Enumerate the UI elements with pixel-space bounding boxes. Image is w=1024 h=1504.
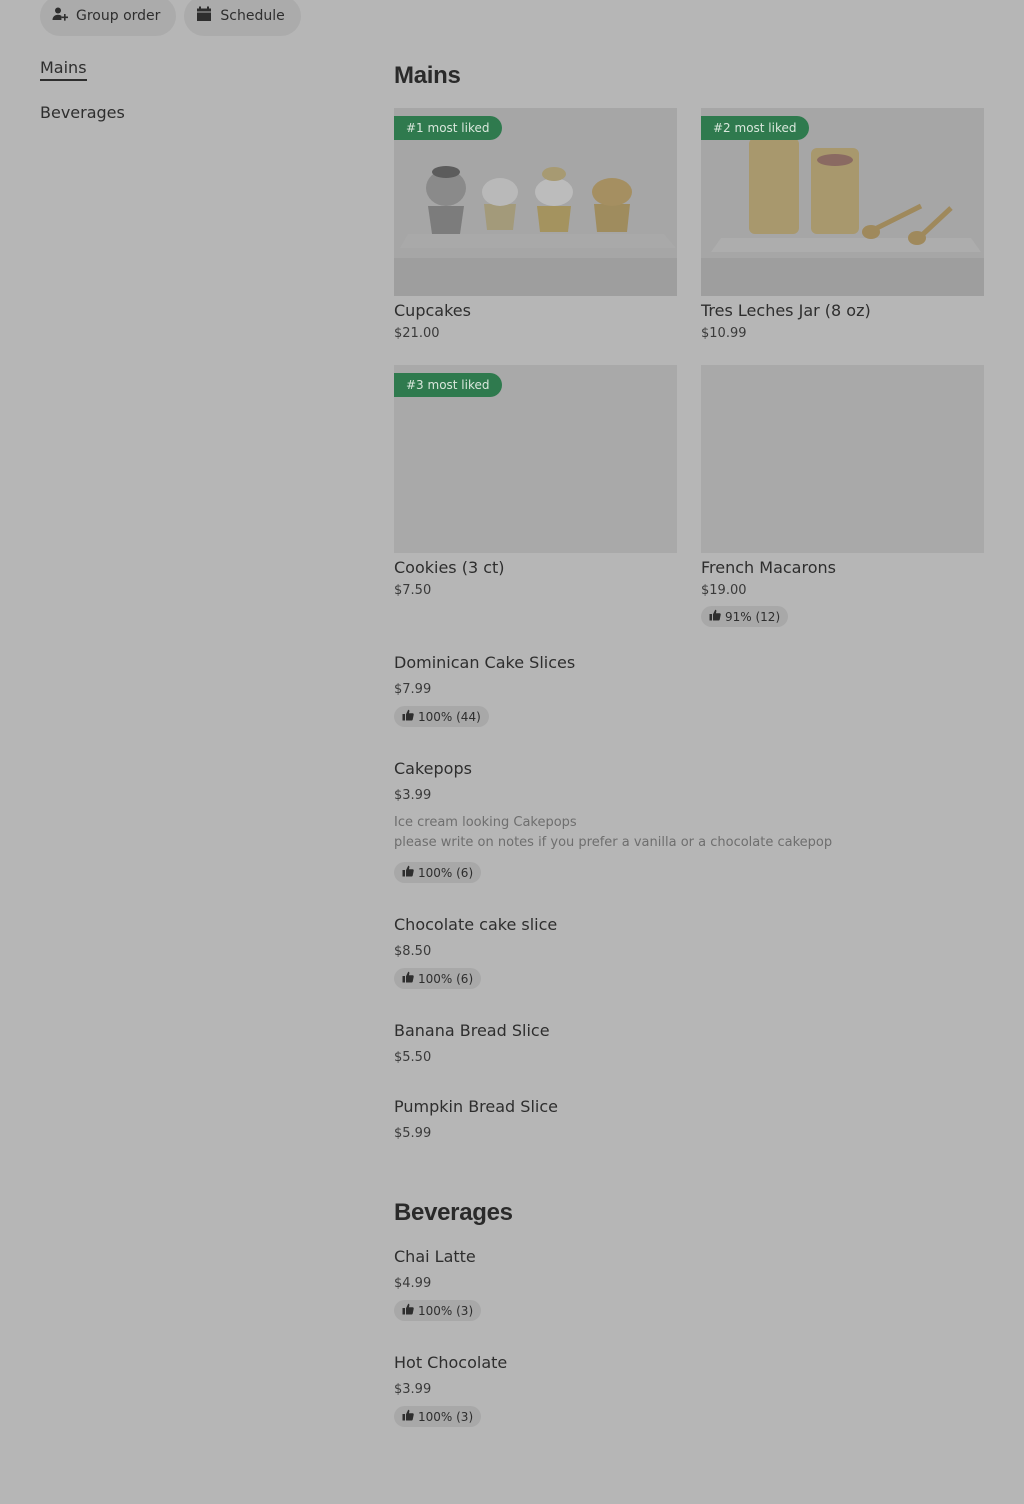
thumbs-up-icon	[402, 1409, 414, 1424]
thumbs-up-icon	[402, 971, 414, 986]
item-name: Dominican Cake Slices	[394, 653, 576, 672]
most-liked-badge: #1 most liked	[394, 116, 502, 140]
item-name: Cupcakes	[394, 301, 471, 320]
thumbs-up-icon	[402, 865, 414, 880]
menu-card-tres-leches[interactable]: #2 most liked Tres Leches Jar (8 oz) $10…	[701, 108, 984, 341]
item-price: $5.50	[394, 1050, 432, 1065]
schedule-label: Schedule	[220, 8, 285, 24]
rating-text: 100% (6)	[418, 865, 474, 880]
most-liked-badge: #2 most liked	[701, 116, 809, 140]
item-name: Hot Chocolate	[394, 1353, 508, 1372]
rating-text: 100% (44)	[418, 709, 481, 724]
beverages-list: Chai Latte $4.99 100% (3) Hot Chocolate …	[394, 1247, 984, 1427]
menu-card-french-macarons[interactable]: French Macarons $19.00 91% (12)	[701, 365, 984, 627]
thumbs-up-icon	[402, 709, 414, 724]
item-price: $3.99	[394, 1382, 432, 1397]
list-item-chai-latte[interactable]: Chai Latte $4.99 100% (3)	[394, 1247, 984, 1321]
group-order-button[interactable]: Group order	[40, 0, 177, 36]
item-price: $5.99	[394, 1126, 432, 1141]
item-name: Chai Latte	[394, 1247, 476, 1266]
item-name: Chocolate cake slice	[394, 915, 558, 934]
rating-text: 91% (12)	[725, 609, 781, 624]
menu-main: Mains #1 most liked Cupcakes $21.00 #2 m…	[394, 62, 984, 1459]
rating-badge: 100% (3)	[394, 1406, 482, 1427]
item-name: Banana Bread Slice	[394, 1021, 550, 1040]
rating-text: 100% (3)	[418, 1303, 474, 1318]
item-price: $21.00	[394, 326, 440, 341]
item-name: French Macarons	[701, 558, 836, 577]
category-beverages[interactable]: Beverages	[40, 103, 125, 124]
thumbs-up-icon	[402, 1303, 414, 1318]
list-item-pumpkin-bread[interactable]: Pumpkin Bread Slice $5.99	[394, 1097, 984, 1141]
rating-text: 100% (6)	[418, 971, 474, 986]
top-actions: Group order Schedule	[40, 0, 301, 36]
list-item-banana-bread[interactable]: Banana Bread Slice $5.50	[394, 1021, 984, 1065]
item-name: Pumpkin Bread Slice	[394, 1097, 558, 1116]
item-price: $10.99	[701, 326, 747, 341]
item-image-cookies: #3 most liked	[394, 365, 677, 553]
add-person-icon	[52, 6, 68, 26]
rating-badge: 100% (44)	[394, 706, 489, 727]
section-title-beverages: Beverages	[394, 1199, 513, 1226]
item-name: Tres Leches Jar (8 oz)	[701, 301, 871, 320]
section-title-mains: Mains	[394, 62, 461, 89]
calendar-icon	[196, 6, 212, 26]
item-price: $7.50	[394, 583, 432, 598]
list-item-cakepops[interactable]: Cakepops $3.99 Ice cream looking Cakepop…	[394, 759, 984, 883]
item-price: $3.99	[394, 788, 432, 803]
item-price: $8.50	[394, 944, 432, 959]
item-description: Ice cream looking Cakepops please write …	[394, 813, 984, 853]
list-item-hot-chocolate[interactable]: Hot Chocolate $3.99 100% (3)	[394, 1353, 984, 1427]
featured-grid: #1 most liked Cupcakes $21.00 #2 most li…	[394, 108, 984, 627]
rating-text: 100% (3)	[418, 1409, 474, 1424]
item-price: $7.99	[394, 682, 432, 697]
category-mains[interactable]: Mains	[40, 58, 87, 81]
list-item-dominican-cake[interactable]: Dominican Cake Slices $7.99 100% (44)	[394, 653, 984, 727]
category-nav: Mains Beverages	[40, 58, 125, 146]
list-item-chocolate-cake[interactable]: Chocolate cake slice $8.50 100% (6)	[394, 915, 984, 989]
rating-badge: 100% (6)	[394, 862, 482, 883]
group-order-label: Group order	[76, 8, 161, 24]
most-liked-badge: #3 most liked	[394, 373, 502, 397]
item-image-tres-leches: #2 most liked	[701, 108, 984, 296]
rating-badge: 91% (12)	[701, 606, 789, 627]
rating-badge: 100% (3)	[394, 1300, 482, 1321]
item-name: Cakepops	[394, 759, 472, 778]
schedule-button[interactable]: Schedule	[184, 0, 301, 36]
item-name: Cookies (3 ct)	[394, 558, 505, 577]
item-image-french-macarons	[701, 365, 984, 553]
item-price: $4.99	[394, 1276, 432, 1291]
menu-list: Dominican Cake Slices $7.99 100% (44) Ca…	[394, 653, 984, 1141]
item-image-cupcakes: #1 most liked	[394, 108, 677, 296]
thumbs-up-icon	[709, 609, 721, 624]
description-line: Ice cream looking Cakepops	[394, 815, 577, 830]
menu-card-cookies[interactable]: #3 most liked Cookies (3 ct) $7.50	[394, 365, 677, 627]
description-line: please write on notes if you prefer a va…	[394, 835, 833, 850]
menu-card-cupcakes[interactable]: #1 most liked Cupcakes $21.00	[394, 108, 677, 341]
rating-badge: 100% (6)	[394, 968, 482, 989]
item-price: $19.00	[701, 583, 747, 598]
